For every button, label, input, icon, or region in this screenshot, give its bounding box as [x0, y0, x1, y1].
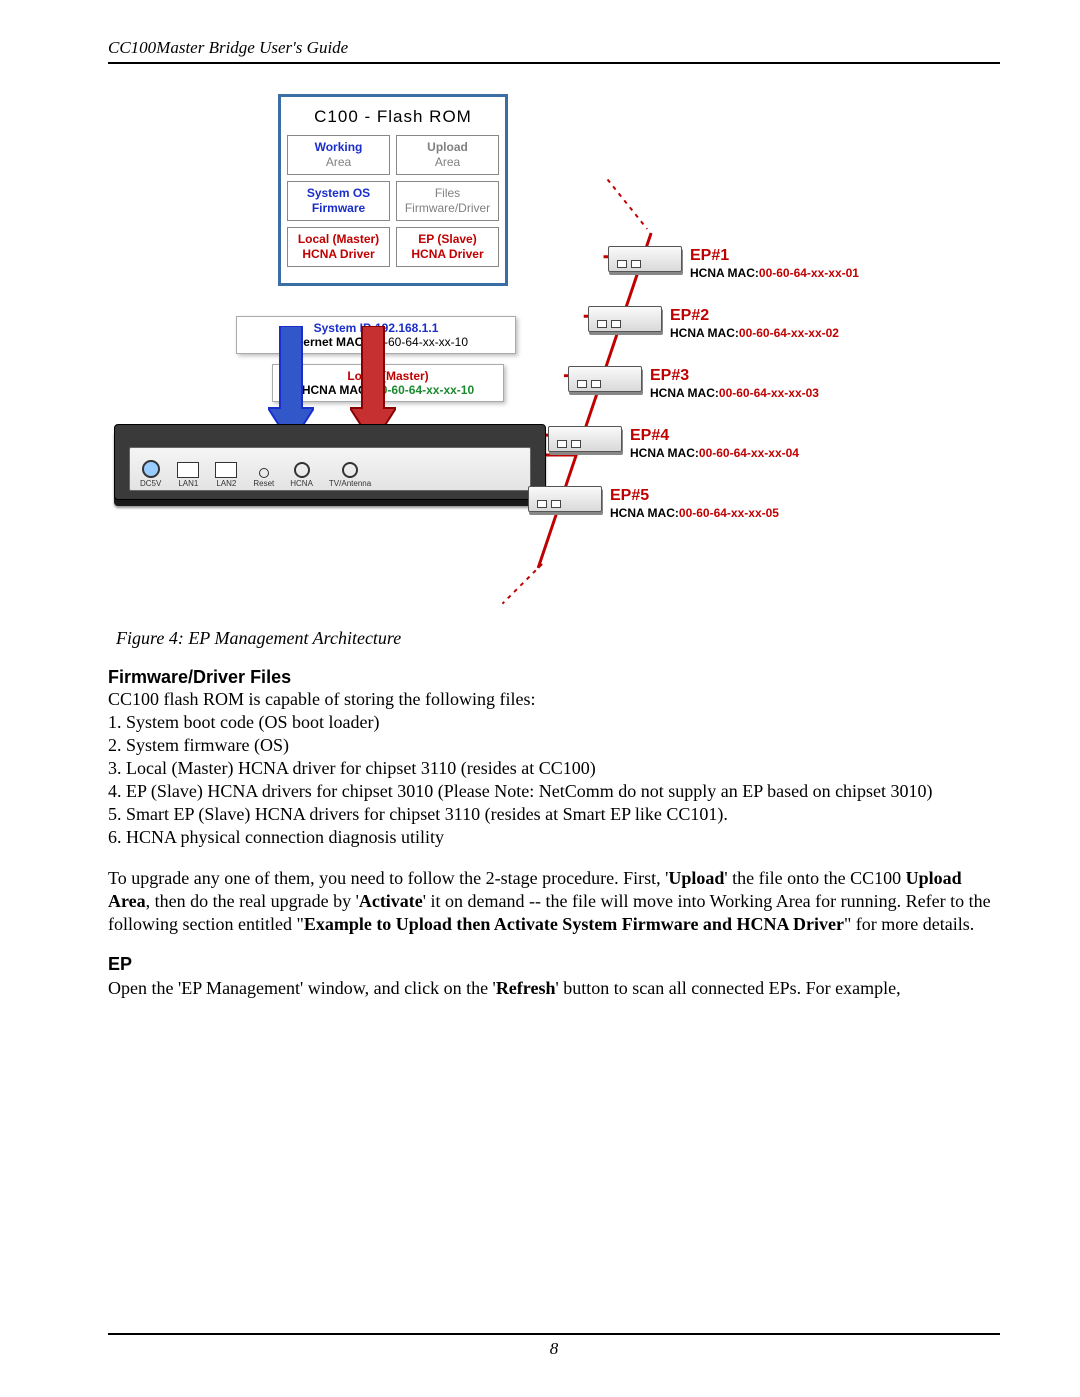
rom-sysos: System OS Firmware [287, 181, 390, 221]
port-reset: Reset [253, 468, 274, 488]
ep-title: EP#3 [650, 366, 819, 385]
ep-title: EP#5 [610, 486, 779, 505]
list-item: 1. System boot code (OS boot loader) [108, 711, 1000, 734]
ep-device-icon [568, 366, 642, 392]
running-head: CC100Master Bridge User's Guide [108, 38, 1000, 64]
upgrade-procedure-paragraph: To upgrade any one of them, you need to … [108, 867, 1000, 936]
ep-title: EP#2 [670, 306, 839, 325]
master-device-chassis: DC5V LAN1 LAN2 Reset HCNA TV/Antenna [114, 424, 546, 500]
rom-row-firmware: System OS Firmware Files Firmware/Driver [287, 181, 499, 221]
rom-files: Files Firmware/Driver [396, 181, 499, 221]
port-lan2: LAN2 [215, 462, 237, 488]
ep-paragraph: Open the 'EP Management' window, and cli… [108, 977, 1000, 1000]
list-item: 3. Local (Master) HCNA driver for chipse… [108, 757, 1000, 780]
list-item: 6. HCNA physical connection diagnosis ut… [108, 826, 1000, 849]
rom-row-headers: Working Area Upload Area [287, 135, 499, 175]
page-number: 8 [108, 1333, 1000, 1359]
ep-device-icon [548, 426, 622, 452]
port-hcna: HCNA [290, 462, 313, 488]
section-firmware-intro: CC100 flash ROM is capable of storing th… [108, 688, 1000, 711]
port-lan1: LAN1 [177, 462, 199, 488]
ep-node: EP#5 HCNA MAC:00-60-64-xx-xx-05 [528, 486, 853, 521]
section-ep-heading: EP [108, 954, 1000, 975]
ep-node: EP#1 HCNA MAC:00-60-64-xx-xx-01 [608, 246, 933, 281]
rom-working-header: Working Area [287, 135, 390, 175]
firmware-file-list: 1. System boot code (OS boot loader) 2. … [108, 711, 1000, 849]
ep-node: EP#4 HCNA MAC:00-60-64-xx-xx-04 [548, 426, 873, 461]
ep-node: EP#3 HCNA MAC:00-60-64-xx-xx-03 [568, 366, 893, 401]
flash-rom-title: C100 - Flash ROM [287, 103, 499, 135]
section-firmware-heading: Firmware/Driver Files [108, 667, 1000, 688]
figure-ep-architecture: C100 - Flash ROM Working Area Upload Are… [108, 76, 1000, 606]
rom-ep-driver: EP (Slave) HCNA Driver [396, 227, 499, 267]
ep-device-icon [588, 306, 662, 332]
port-tv: TV/Antenna [329, 462, 371, 488]
flash-rom-box: C100 - Flash ROM Working Area Upload Are… [278, 94, 508, 286]
list-item: 4. EP (Slave) HCNA drivers for chipset 3… [108, 780, 1000, 803]
rom-local-driver: Local (Master) HCNA Driver [287, 227, 390, 267]
list-item: 2. System firmware (OS) [108, 734, 1000, 757]
figure-caption: Figure 4: EP Management Architecture [116, 628, 1000, 649]
port-dc5v: DC5V [140, 460, 161, 488]
ep-device-icon [608, 246, 682, 272]
ep-title: EP#1 [690, 246, 859, 265]
ep-node: EP#2 HCNA MAC:00-60-64-xx-xx-02 [588, 306, 913, 341]
ep-title: EP#4 [630, 426, 799, 445]
list-item: 5. Smart EP (Slave) HCNA drivers for chi… [108, 803, 1000, 826]
rom-upload-header: Upload Area [396, 135, 499, 175]
ep-device-icon [528, 486, 602, 512]
rom-row-drivers: Local (Master) HCNA Driver EP (Slave) HC… [287, 227, 499, 267]
chassis-face: DC5V LAN1 LAN2 Reset HCNA TV/Antenna [129, 447, 531, 491]
